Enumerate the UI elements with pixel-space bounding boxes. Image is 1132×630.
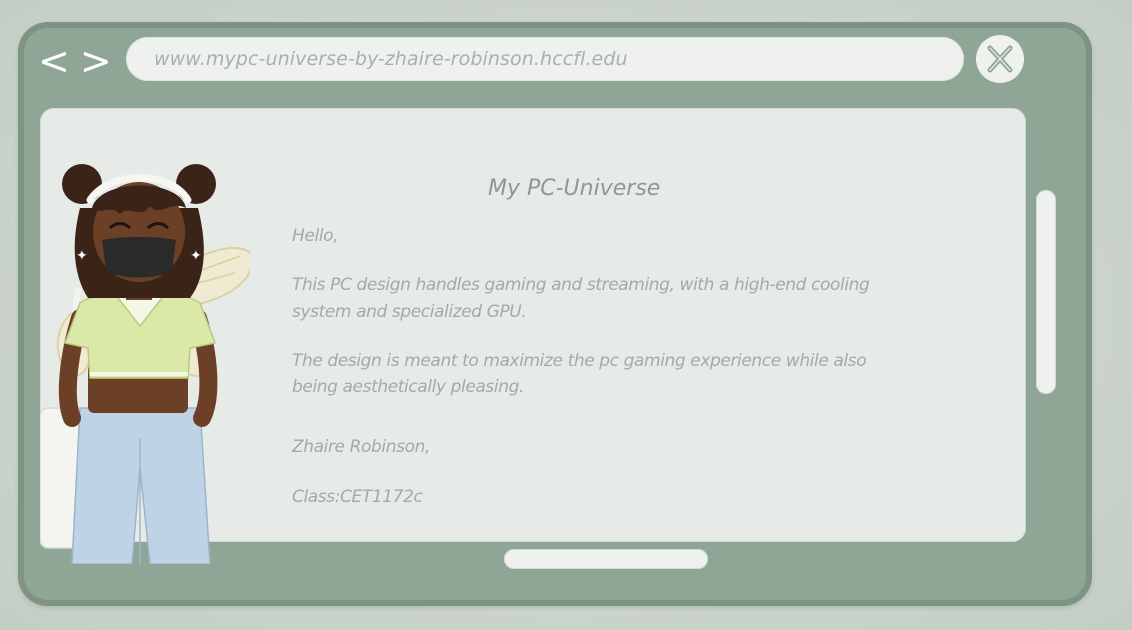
address-bar[interactable]: www.mypc-universe-by-zhaire-robinson.hcc…	[126, 37, 964, 81]
forward-button[interactable]: >	[80, 42, 112, 80]
svg-text:✦: ✦	[76, 248, 88, 264]
character-illustration: + ✦ ✦	[40, 164, 250, 564]
url-text: www.mypc-universe-by-zhaire-robinson.hcc…	[154, 48, 628, 70]
navigation-arrows: < >	[38, 42, 112, 80]
back-button[interactable]: <	[38, 42, 70, 80]
vertical-scrollbar[interactable]	[1036, 190, 1056, 394]
svg-text:+: +	[137, 307, 147, 321]
horizontal-scrollbar[interactable]	[504, 549, 708, 569]
signature-text: Zhaire Robinson,	[292, 437, 430, 457]
paragraph-2-line-2: being aesthetically pleasing.	[292, 377, 524, 397]
page-title: My PC-Universe	[488, 176, 661, 201]
close-button[interactable]	[976, 35, 1024, 83]
paragraph-2-line-1: The design is meant to maximize the pc g…	[292, 351, 867, 371]
close-x-icon	[987, 45, 1013, 73]
greeting-text: Hello,	[292, 226, 339, 246]
svg-text:✦: ✦	[190, 248, 202, 264]
paragraph-1-line-1: This PC design handles gaming and stream…	[292, 275, 870, 295]
page: < > www.mypc-universe-by-zhaire-robinson…	[0, 0, 1132, 630]
paragraph-1-line-2: system and specialized GPU.	[292, 302, 527, 322]
class-text: Class:CET1172c	[292, 487, 423, 507]
